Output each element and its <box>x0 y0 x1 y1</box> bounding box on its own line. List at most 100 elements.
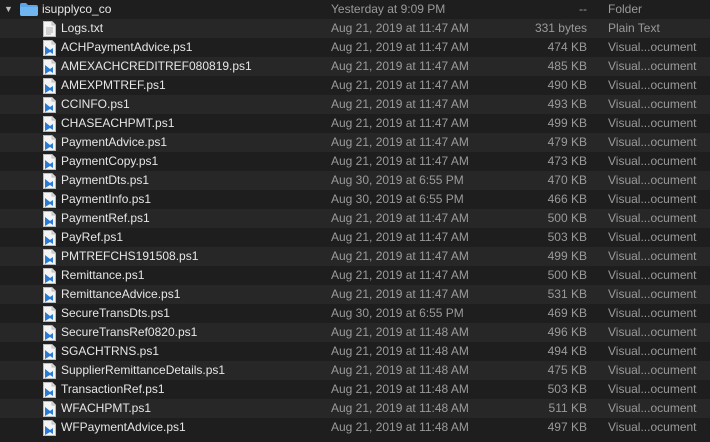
file-kind: Visual...ocument <box>608 249 697 263</box>
file-row[interactable]: SGACHTRNS.ps1 Aug 21, 2019 at 11:48 AM 494… <box>0 342 710 361</box>
file-size: 531 KB <box>547 287 587 301</box>
file-row[interactable]: SecureTransDts.ps1 Aug 30, 2019 at 6:55 P… <box>0 304 710 323</box>
file-row[interactable]: PayRef.ps1 Aug 21, 2019 at 11:47 AM 503 KB… <box>0 228 710 247</box>
file-name: PaymentAdvice.ps1 <box>61 135 168 149</box>
file-row[interactable]: CCINFO.ps1 Aug 21, 2019 at 11:47 AM 493 KB… <box>0 95 710 114</box>
file-name: PMTREFCHS191508.ps1 <box>61 249 199 263</box>
file-row[interactable]: SecureTransRef0820.ps1 Aug 21, 2019 at 11… <box>0 323 710 342</box>
file-name: RemittanceAdvice.ps1 <box>61 287 181 301</box>
file-size: 503 KB <box>547 230 587 244</box>
file-name: ACHPaymentAdvice.ps1 <box>61 40 193 54</box>
file-kind: Plain Text <box>608 21 660 35</box>
file-date: Aug 21, 2019 at 11:47 AM <box>331 211 469 225</box>
script-file-icon <box>43 344 56 360</box>
file-size: 490 KB <box>547 78 587 92</box>
file-kind: Visual...ocument <box>608 192 697 206</box>
file-row[interactable]: PaymentCopy.ps1 Aug 21, 2019 at 11:47 AM 4… <box>0 152 710 171</box>
file-rows: Logs.txt Aug 21, 2019 at 11:47 AM 331 byte… <box>0 19 710 437</box>
script-file-icon <box>43 287 56 303</box>
disclosure-triangle-icon[interactable]: ▼ <box>4 0 14 19</box>
file-date: Aug 21, 2019 at 11:48 AM <box>331 344 469 358</box>
file-date: Aug 30, 2019 at 6:55 PM <box>331 306 464 320</box>
file-date: Aug 30, 2019 at 6:55 PM <box>331 192 464 206</box>
file-row[interactable]: CHASEACHPMT.ps1 Aug 21, 2019 at 11:47 AM 4… <box>0 114 710 133</box>
file-kind: Visual...ocument <box>608 363 697 377</box>
script-file-icon <box>43 135 56 151</box>
file-kind: Visual...ocument <box>608 116 697 130</box>
file-name: SupplierRemittanceDetails.ps1 <box>61 363 226 377</box>
file-row[interactable]: AMEXACHCREDITREF080819.ps1 Aug 21, 2019 a… <box>0 57 710 76</box>
file-row[interactable]: PaymentDts.ps1 Aug 30, 2019 at 6:55 PM 470… <box>0 171 710 190</box>
script-file-icon <box>43 382 56 398</box>
file-date: Aug 21, 2019 at 11:47 AM <box>331 78 469 92</box>
file-kind: Visual...ocument <box>608 173 697 187</box>
file-kind: Visual...ocument <box>608 211 697 225</box>
file-date: Aug 21, 2019 at 11:48 AM <box>331 363 469 377</box>
file-row[interactable]: TransactionRef.ps1 Aug 21, 2019 at 11:48 … <box>0 380 710 399</box>
file-name: PayRef.ps1 <box>61 230 124 244</box>
file-name: AMEXACHCREDITREF080819.ps1 <box>61 59 252 73</box>
file-row[interactable]: RemittanceAdvice.ps1 Aug 21, 2019 at 11:4… <box>0 285 710 304</box>
file-name: AMEXPMTREF.ps1 <box>61 78 166 92</box>
file-row[interactable]: Logs.txt Aug 21, 2019 at 11:47 AM 331 byte… <box>0 19 710 38</box>
file-size: 500 KB <box>547 211 587 225</box>
file-name: PaymentDts.ps1 <box>61 173 150 187</box>
script-file-icon <box>43 268 56 284</box>
file-row[interactable]: PaymentInfo.ps1 Aug 30, 2019 at 6:55 PM 46… <box>0 190 710 209</box>
file-size: 469 KB <box>547 306 587 320</box>
file-kind: Visual...ocument <box>608 287 697 301</box>
file-row[interactable]: ACHPaymentAdvice.ps1 Aug 21, 2019 at 11:4… <box>0 38 710 57</box>
file-size: 499 KB <box>547 116 587 130</box>
file-row[interactable]: WFPaymentAdvice.ps1 Aug 21, 2019 at 11:48… <box>0 418 710 437</box>
folder-date: Yesterday at 9:09 PM <box>331 2 446 16</box>
file-name: CHASEACHPMT.ps1 <box>61 116 175 130</box>
file-kind: Visual...ocument <box>608 78 697 92</box>
file-date: Aug 21, 2019 at 11:48 AM <box>331 325 469 339</box>
file-row[interactable]: PaymentAdvice.ps1 Aug 21, 2019 at 11:47 A… <box>0 133 710 152</box>
script-file-icon <box>43 116 56 132</box>
folder-row[interactable]: ▼ isupplyco_co Yesterday at 9:09 PM -- F… <box>0 0 710 19</box>
file-date: Aug 21, 2019 at 11:47 AM <box>331 116 469 130</box>
file-date: Aug 21, 2019 at 11:47 AM <box>331 40 469 54</box>
file-size: 485 KB <box>547 59 587 73</box>
file-size: 511 KB <box>548 401 587 415</box>
file-date: Aug 21, 2019 at 11:47 AM <box>331 230 469 244</box>
file-kind: Visual...ocument <box>608 135 697 149</box>
file-name: PaymentInfo.ps1 <box>61 192 152 206</box>
file-kind: Visual...ocument <box>608 344 697 358</box>
file-kind: Visual...ocument <box>608 268 697 282</box>
file-row[interactable]: AMEXPMTREF.ps1 Aug 21, 2019 at 11:47 AM 49… <box>0 76 710 95</box>
file-size: 479 KB <box>547 135 587 149</box>
file-date: Aug 21, 2019 at 11:48 AM <box>331 401 469 415</box>
file-date: Aug 21, 2019 at 11:47 AM <box>331 249 469 263</box>
file-name: Remittance.ps1 <box>61 268 145 282</box>
file-name: WFACHPMT.ps1 <box>61 401 152 415</box>
file-kind: Visual...ocument <box>608 306 697 320</box>
file-name: PaymentRef.ps1 <box>61 211 150 225</box>
file-row[interactable]: PMTREFCHS191508.ps1 Aug 21, 2019 at 11:47… <box>0 247 710 266</box>
file-date: Aug 21, 2019 at 11:47 AM <box>331 59 469 73</box>
file-size: 474 KB <box>547 40 587 54</box>
script-file-icon <box>43 211 56 227</box>
folder-size: -- <box>579 2 587 16</box>
file-size: 503 KB <box>547 382 587 396</box>
file-name: TransactionRef.ps1 <box>61 382 165 396</box>
file-size: 499 KB <box>547 249 587 263</box>
file-name: WFPaymentAdvice.ps1 <box>61 420 186 434</box>
file-list: ▼ isupplyco_co Yesterday at 9:09 PM -- F… <box>0 0 710 439</box>
file-row[interactable]: PaymentRef.ps1 Aug 21, 2019 at 11:47 AM 50… <box>0 209 710 228</box>
file-name: SGACHTRNS.ps1 <box>61 344 160 358</box>
script-file-icon <box>43 192 56 208</box>
script-file-icon <box>43 363 56 379</box>
script-file-icon <box>43 40 56 56</box>
file-date: Aug 21, 2019 at 11:47 AM <box>331 154 469 168</box>
file-size: 473 KB <box>547 154 587 168</box>
script-file-icon <box>43 173 56 189</box>
file-kind: Visual...ocument <box>608 420 697 434</box>
file-row[interactable]: Remittance.ps1 Aug 21, 2019 at 11:47 AM 50… <box>0 266 710 285</box>
file-date: Aug 21, 2019 at 11:47 AM <box>331 97 469 111</box>
file-row[interactable]: WFACHPMT.ps1 Aug 21, 2019 at 11:48 AM 511 … <box>0 399 710 418</box>
folder-kind: Folder <box>608 2 643 16</box>
file-row[interactable]: SupplierRemittanceDetails.ps1 Aug 21, 201… <box>0 361 710 380</box>
script-file-icon <box>43 230 56 246</box>
